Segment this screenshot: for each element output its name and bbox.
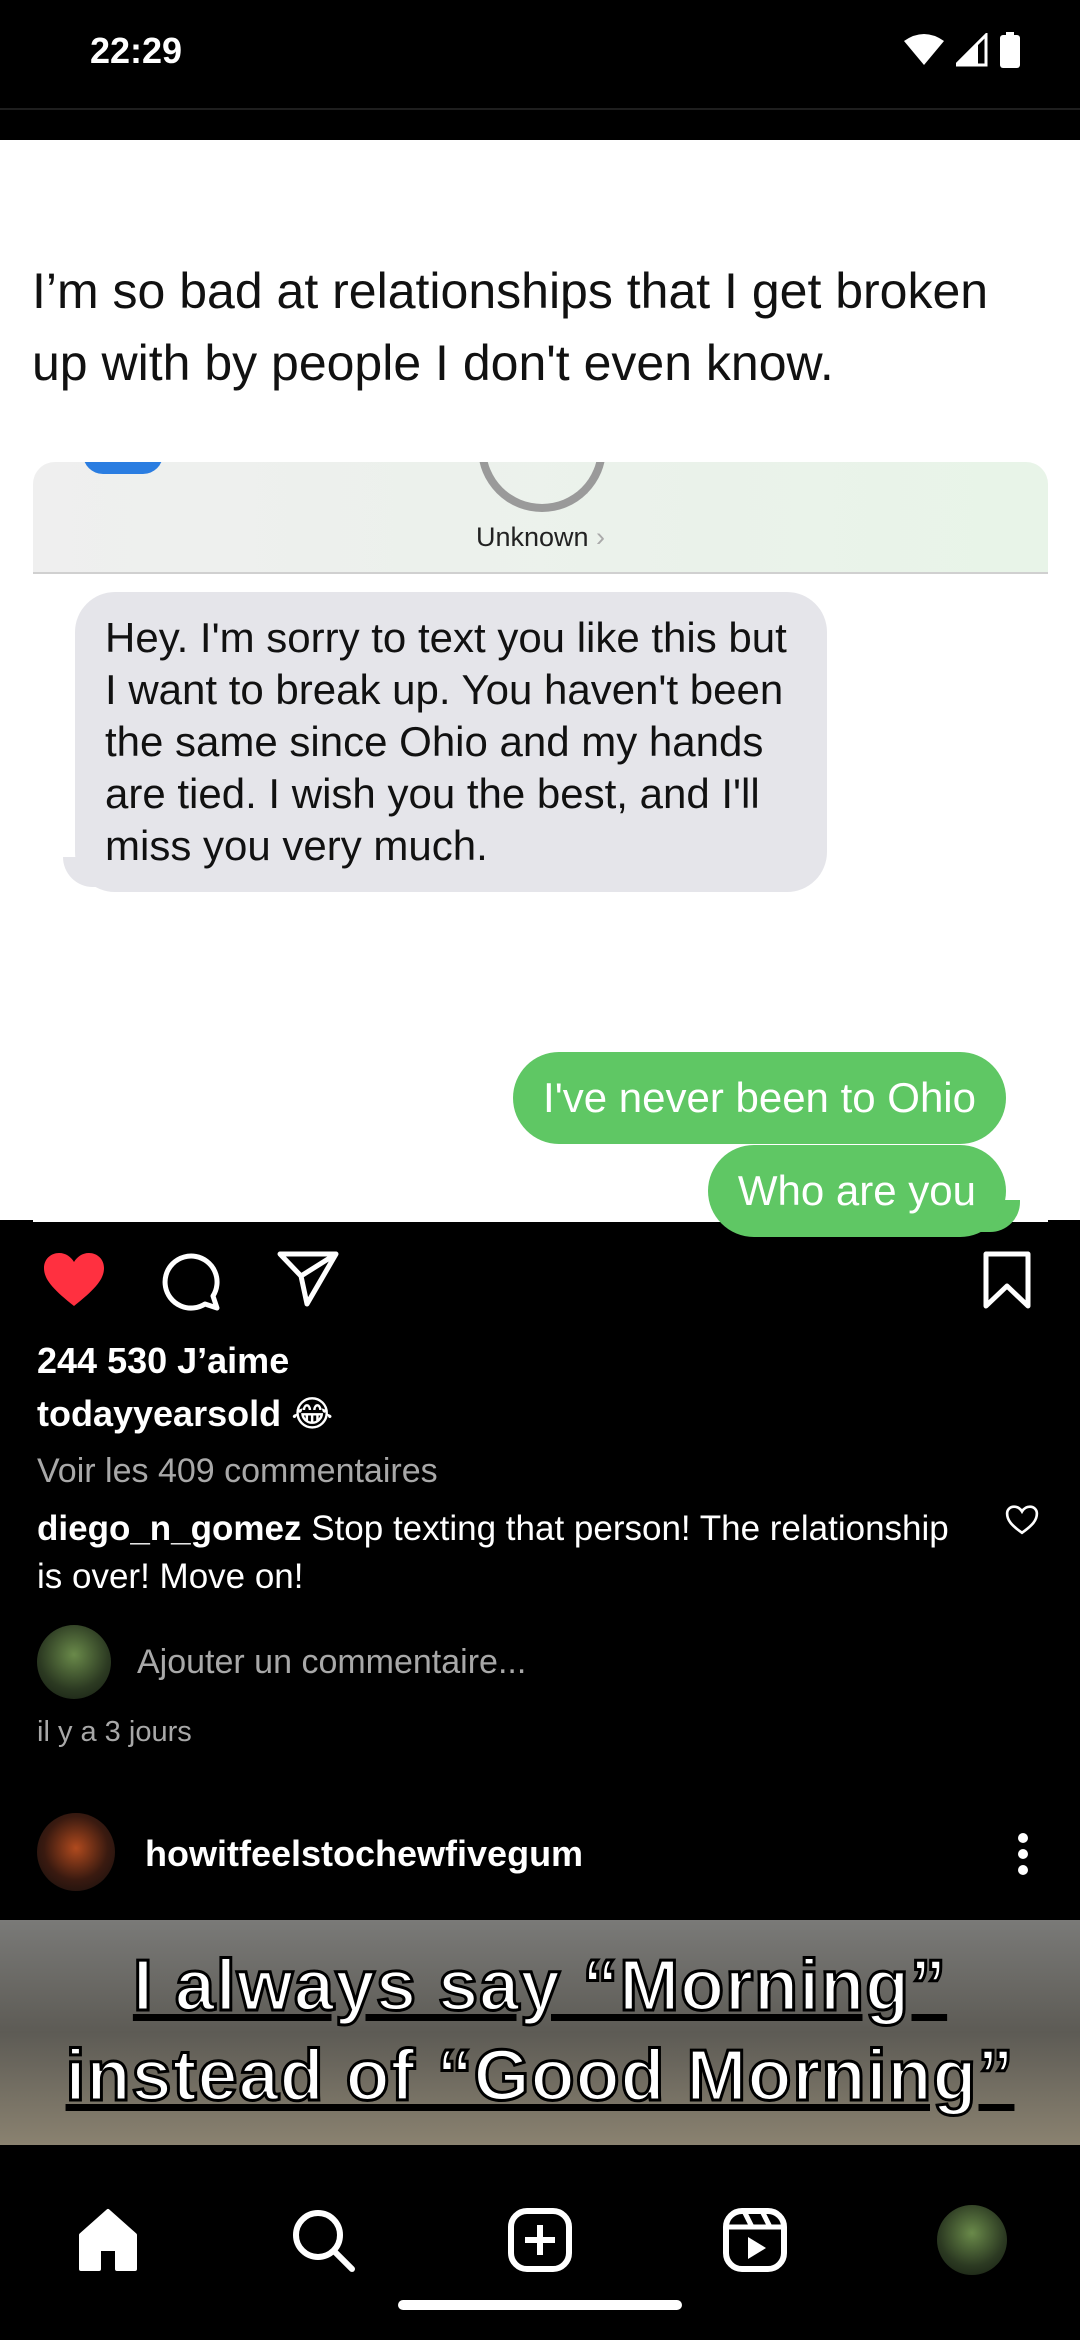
share-icon[interactable] xyxy=(277,1250,339,1308)
sms-screenshot: Unknown › Hey. I'm sorry to text you lik… xyxy=(33,462,1048,1237)
received-message: Hey. I'm sorry to text you like this but… xyxy=(75,592,827,892)
add-comment-input[interactable]: Ajouter un commentaire... xyxy=(137,1643,526,1682)
home-icon[interactable] xyxy=(73,2205,143,2275)
comment-icon[interactable] xyxy=(159,1250,223,1314)
heart-icon[interactable] xyxy=(42,1252,106,1308)
tweet-text: I’m so bad at relationships that I get b… xyxy=(32,263,989,391)
meme-text: instead of “Good Morning” xyxy=(64,2035,1015,2118)
sms-header: Unknown › xyxy=(33,462,1048,574)
post-username[interactable]: howitfeelstochewfivegum xyxy=(145,1833,583,1875)
status-bar: 22:29 xyxy=(0,0,1080,108)
sent-message: Who are you xyxy=(707,1145,1006,1237)
bookmark-icon[interactable] xyxy=(982,1250,1032,1310)
contact-name-text: Unknown xyxy=(475,522,589,552)
avatar[interactable] xyxy=(37,1813,115,1891)
search-icon[interactable] xyxy=(288,2205,358,2275)
status-time: 22:29 xyxy=(90,30,183,71)
battery-icon xyxy=(1000,32,1020,68)
divider xyxy=(0,108,1080,110)
post-image[interactable]: I always say “Morning” instead of “Good … xyxy=(0,1920,1080,2145)
caption-text: 😂 xyxy=(291,1393,334,1434)
post-image[interactable]: I’m so bad at relationships that I get b… xyxy=(0,140,1080,1237)
contact-avatar-icon xyxy=(478,462,606,512)
comment-preview: diego_n_gomez Stop texting that person! … xyxy=(37,1505,967,1601)
bottom-nav xyxy=(0,2145,1080,2340)
chevron-right-icon: › xyxy=(588,522,606,552)
comment-username[interactable]: diego_n_gomez xyxy=(37,1509,301,1548)
home-indicator[interactable] xyxy=(398,2300,682,2310)
system-icons xyxy=(904,32,1020,68)
like-count[interactable]: 244 530 J’aime xyxy=(37,1340,289,1382)
view-comments-link[interactable]: Voir les 409 commentaires xyxy=(37,1452,438,1491)
post-timestamp: il y a 3 jours xyxy=(37,1716,192,1748)
create-icon[interactable] xyxy=(505,2205,575,2275)
more-options-icon[interactable] xyxy=(1013,1830,1033,1878)
caption: todayyearsold 😂 xyxy=(37,1393,333,1435)
meme-text: I always say “Morning” xyxy=(131,1945,948,2028)
avatar xyxy=(37,1625,111,1699)
contact-name: Unknown › xyxy=(33,522,1048,553)
back-arrow-icon xyxy=(83,462,163,474)
profile-avatar[interactable] xyxy=(937,2205,1007,2275)
signal-icon xyxy=(956,33,988,67)
caption-username[interactable]: todayyearsold xyxy=(37,1393,281,1434)
reels-icon[interactable] xyxy=(720,2205,790,2275)
wifi-icon xyxy=(904,34,944,65)
sent-message: I've never been to Ohio xyxy=(513,1052,1006,1144)
comment-heart-icon[interactable] xyxy=(1005,1505,1039,1535)
